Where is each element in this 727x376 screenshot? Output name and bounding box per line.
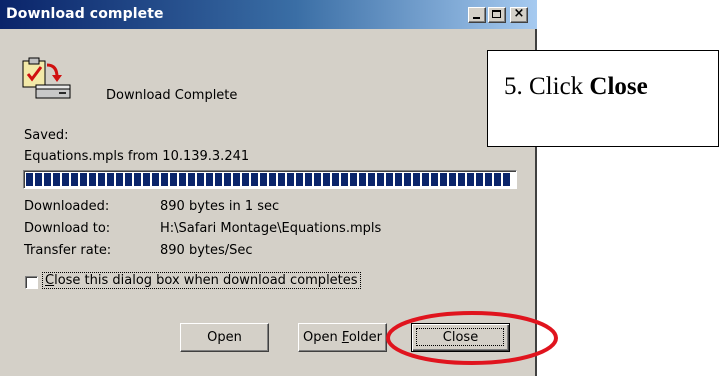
minimize-button[interactable] <box>468 7 486 23</box>
maximize-icon <box>492 10 501 18</box>
title-close-button[interactable]: × <box>510 6 528 23</box>
close-when-complete-checkbox[interactable] <box>25 276 38 289</box>
title-bar[interactable]: Download complete × <box>0 0 537 29</box>
instruction-step: 5. Click <box>504 73 590 100</box>
downloaded-value: 890 bytes in 1 sec <box>160 199 280 214</box>
open-folder-button[interactable]: Open Folder <box>298 323 387 352</box>
instruction-text: 5. Click Close <box>504 73 648 101</box>
open-button[interactable]: Open <box>180 323 269 352</box>
downloaded-label: Downloaded: <box>24 199 110 214</box>
download-to-label: Download to: <box>24 221 111 236</box>
close-when-complete-label[interactable]: Close this dialog box when download comp… <box>42 272 361 289</box>
transfer-rate-value: 890 bytes/Sec <box>160 243 253 258</box>
download-to-value: H:\Safari Montage\Equations.mpls <box>160 221 382 236</box>
open-folder-button-label: Open Folder <box>302 330 383 345</box>
saved-label: Saved: <box>24 128 69 143</box>
download-complete-icon <box>22 57 71 99</box>
progress-fill <box>26 173 512 186</box>
open-button-label: Open <box>207 330 242 345</box>
close-highlight-ellipse <box>386 311 558 365</box>
close-icon: × <box>513 6 525 21</box>
minimize-icon <box>473 17 480 19</box>
transfer-rate-label: Transfer rate: <box>24 243 112 258</box>
instruction-bold: Close <box>589 73 648 100</box>
maximize-button[interactable] <box>488 7 506 23</box>
window-title: Download complete <box>6 6 164 22</box>
dialog-heading: Download Complete <box>106 88 238 103</box>
file-source-line: Equations.mpls from 10.139.3.241 <box>24 149 250 164</box>
download-progress-bar <box>23 170 517 189</box>
instruction-callout: 5. Click Close <box>487 50 719 147</box>
